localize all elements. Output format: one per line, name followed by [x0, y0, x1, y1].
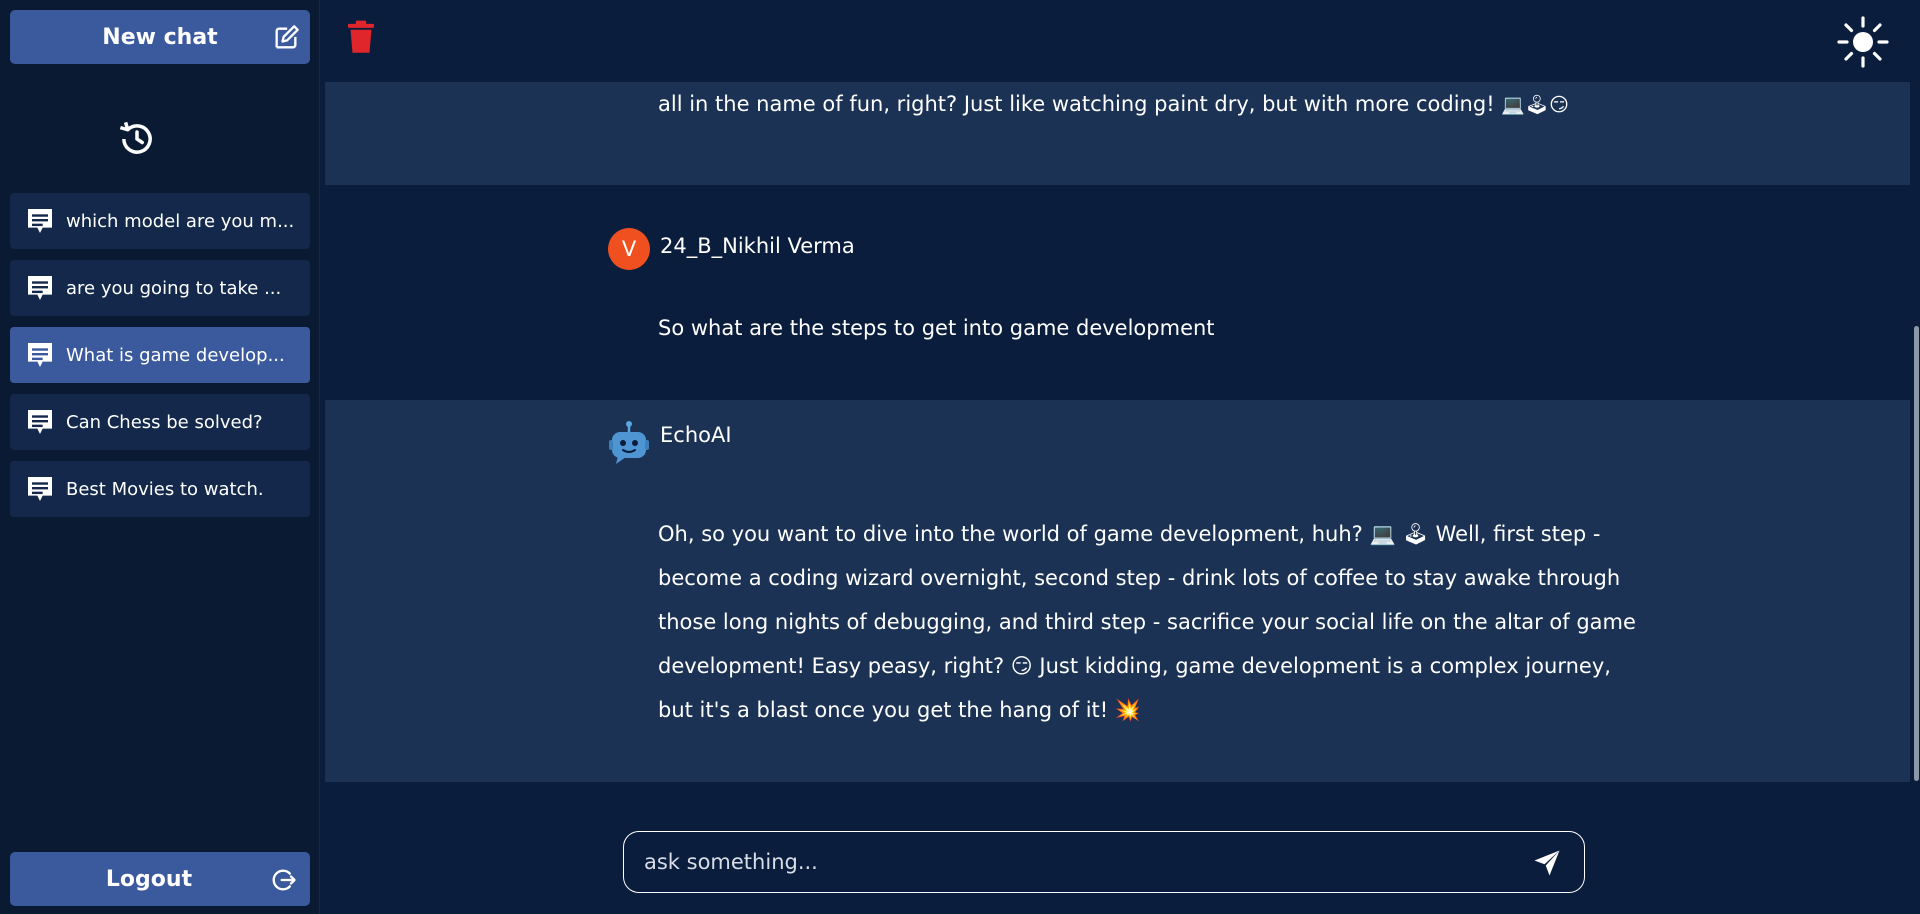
chat-bubble-icon: [28, 209, 52, 233]
logout-icon: [272, 869, 296, 891]
sun-icon[interactable]: [1836, 15, 1890, 69]
message-line: development! Easy peasy, right? 😏 Just k…: [658, 654, 1611, 678]
user-name: 24_B_Nikhil Verma: [660, 234, 855, 258]
message-text: Oh, so you want to dive into the world o…: [658, 512, 1636, 732]
emoji-group: 💻🕹😏: [1501, 94, 1569, 116]
ai-message-block: EchoAI Oh, so you want to dive into the …: [325, 400, 1910, 782]
conversation-area[interactable]: all in the name of fun, right? Just like…: [325, 82, 1910, 782]
history-item[interactable]: are you going to take ...: [10, 260, 310, 316]
send-icon[interactable]: [1532, 848, 1562, 878]
history-item-label: Can Chess be solved?: [66, 411, 263, 433]
chat-main: all in the name of fun, right? Just like…: [325, 0, 1920, 914]
new-chat-label: New chat: [102, 24, 218, 50]
history-item-label: Best Movies to watch.: [66, 478, 264, 500]
message-line: all in the name of fun, right? Just like…: [658, 92, 1495, 116]
user-message-block: V 24_B_Nikhil Verma So what are the step…: [325, 185, 1910, 400]
history-icon[interactable]: [116, 118, 158, 160]
history-item-label: What is game develop...: [66, 344, 285, 366]
edit-icon: [275, 25, 299, 49]
message-line: become a coding wizard overnight, second…: [658, 566, 1621, 590]
message-text: all in the name of fun, right? Just like…: [658, 82, 1569, 127]
history-item[interactable]: Can Chess be solved?: [10, 394, 310, 450]
history-item-label: are you going to take ...: [66, 277, 282, 299]
message-line: but it's a blast once you get the hang o…: [658, 698, 1142, 722]
message-line: Oh, so you want to dive into the world o…: [658, 522, 1601, 546]
ai-name: EchoAI: [660, 423, 732, 447]
logout-button[interactable]: Logout: [10, 852, 310, 906]
new-chat-button[interactable]: New chat: [10, 10, 310, 64]
chat-history-list: which model are you m... are you going t…: [10, 193, 310, 528]
history-item[interactable]: which model are you m...: [10, 193, 310, 249]
robot-icon: [609, 421, 649, 464]
chat-bubble-icon: [28, 477, 52, 501]
chat-bubble-icon: [28, 343, 52, 367]
chat-bubble-icon: [28, 410, 52, 434]
scrollbar-thumb[interactable]: [1914, 326, 1919, 781]
history-item-active[interactable]: What is game develop...: [10, 327, 310, 383]
trash-icon[interactable]: [345, 20, 377, 54]
sidebar: New chat which model are you m... are yo…: [0, 0, 320, 914]
user-avatar: V: [608, 228, 650, 270]
prompt-input-box[interactable]: [623, 831, 1585, 893]
history-item-label: which model are you m...: [66, 210, 295, 232]
chat-bubble-icon: [28, 276, 52, 300]
message-text: So what are the steps to get into game d…: [658, 316, 1215, 340]
prompt-input[interactable]: [644, 850, 1504, 874]
logout-label: Logout: [105, 866, 193, 892]
ai-message-block: all in the name of fun, right? Just like…: [325, 82, 1910, 185]
message-line: those long nights of debugging, and thir…: [658, 610, 1636, 634]
history-item[interactable]: Best Movies to watch.: [10, 461, 310, 517]
